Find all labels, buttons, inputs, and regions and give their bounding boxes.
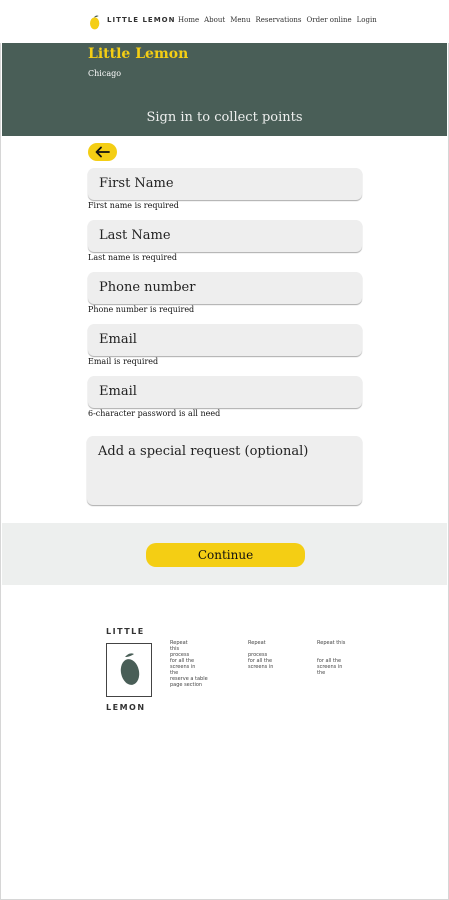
hero-subtitle: Chicago (88, 69, 122, 78)
password-label: Email (99, 384, 137, 399)
nav-link-order-online[interactable]: Order online (307, 16, 352, 24)
nav-link-login[interactable]: Login (357, 16, 377, 24)
email-label: Email (99, 332, 137, 347)
email-field[interactable]: Email (88, 324, 362, 356)
email-error: Email is required (88, 357, 159, 366)
phone-number-field[interactable]: Phone number (88, 272, 362, 304)
logo-text: LITTLE LEMON (107, 16, 176, 24)
nav-links: Home About Menu Reservations Order onlin… (178, 16, 377, 24)
last-name-error: Last name is required (88, 253, 178, 262)
footer-col3-line: Repeat this (317, 640, 346, 646)
footer-col1-line: page section (170, 682, 203, 688)
nav-link-about[interactable]: About (204, 16, 225, 24)
nav-link-reservations[interactable]: Reservations (256, 16, 302, 24)
nav-link-menu[interactable]: Menu (230, 16, 250, 24)
footer-logo-box (106, 643, 152, 697)
top-nav: LITTLE LEMON Home About Menu Reservation… (0, 0, 449, 43)
footer-logo: LITTLE LEMON (104, 627, 154, 715)
footer-logo-top-text: LITTLE (106, 627, 145, 636)
password-field[interactable]: Email (88, 376, 362, 408)
password-error: 6-character password is all need (88, 409, 221, 418)
last-name-label: Last Name (99, 228, 171, 243)
footer-col2-line: screens in (248, 664, 274, 670)
special-request-label: Add a special request (optional) (98, 444, 309, 459)
hero-title: Little Lemon (88, 46, 189, 62)
footer-column-3: Repeat this for all the screens in the (317, 640, 345, 676)
footer-column-1: Repeat this process for all the screens … (170, 640, 208, 688)
back-button[interactable] (88, 143, 117, 161)
hero-banner: Little Lemon Chicago Sign in to collect … (2, 43, 447, 136)
special-request-textarea[interactable]: Add a special request (optional) (87, 436, 362, 505)
first-name-error: First name is required (88, 201, 179, 210)
first-name-field[interactable]: First Name (88, 168, 362, 200)
hero-cta-text: Sign in to collect points (146, 110, 303, 125)
lemon-logo-icon[interactable] (88, 10, 104, 34)
footer-col3-line: the (317, 670, 326, 676)
continue-button[interactable]: Continue (146, 543, 305, 567)
phone-number-label: Phone number (99, 280, 196, 295)
nav-link-home[interactable]: Home (178, 16, 199, 24)
footer-logo-bottom-text: LEMON (106, 703, 146, 712)
footer-column-2: Repeat process for all the screens in (248, 640, 273, 670)
last-name-field[interactable]: Last Name (88, 220, 362, 252)
lemon-leaf-icon (120, 653, 140, 685)
arrow-left-icon (95, 146, 110, 158)
first-name-label: First Name (99, 176, 174, 191)
phone-number-error: Phone number is required (88, 305, 195, 314)
